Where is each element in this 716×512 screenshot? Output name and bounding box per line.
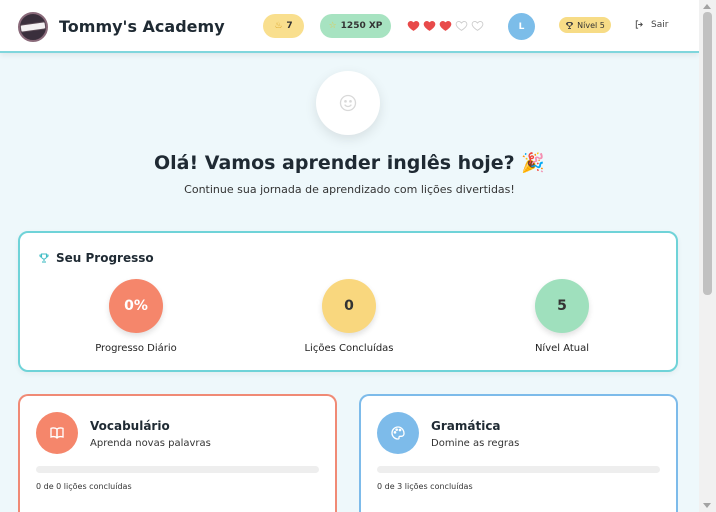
lesson-description: Aprenda novas palavras — [90, 438, 211, 449]
streak-count: 7 — [286, 21, 293, 31]
top-navbar: Tommy's Academy ♨ 7 ☆ 1250 XP L Nível 5 … — [0, 0, 699, 53]
welcome-subtitle: Continue sua jornada de aprendizado com … — [184, 183, 515, 196]
heart-filled-icon — [439, 21, 452, 31]
page-scrollbar[interactable] — [699, 0, 716, 512]
lesson-progress-text: 0 de 3 lições concluídas — [377, 482, 473, 491]
welcome-heading: Olá! Vamos aprender inglês hoje? 🎉 — [154, 152, 545, 174]
stat-lessons-completed: 0 Lições Concluídas — [279, 279, 419, 354]
stat-circle: 0 — [322, 279, 376, 333]
xp-badge: ☆ 1250 XP — [320, 14, 391, 38]
progress-title: Seu Progresso — [38, 251, 154, 265]
heart-empty-icon — [471, 21, 484, 31]
stat-circle: 5 — [535, 279, 589, 333]
trophy-icon — [39, 253, 49, 263]
lesson-progress-bar — [377, 466, 660, 473]
book-icon — [50, 427, 64, 439]
heart-empty-icon — [455, 21, 468, 31]
academy-logo[interactable] — [18, 12, 48, 42]
lesson-card-vocabulary[interactable]: Vocabulário Aprenda novas palavras 0 de … — [18, 394, 337, 512]
lesson-name: Vocabulário — [90, 419, 170, 433]
lesson-icon-badge — [377, 412, 419, 454]
trophy-icon — [566, 21, 574, 29]
heart-filled-icon — [423, 21, 436, 31]
lesson-icon-badge — [36, 412, 78, 454]
logout-icon — [635, 20, 643, 29]
progress-card: Seu Progresso 0% Progresso Diário 0 Liçõ… — [18, 231, 678, 372]
level-label: Nível 5 — [577, 20, 605, 30]
user-avatar[interactable]: L — [508, 13, 535, 40]
scroll-thumb[interactable] — [703, 12, 712, 295]
flame-icon: ♨ — [274, 21, 283, 31]
mascot-avatar — [316, 71, 380, 135]
level-badge: Nível 5 — [559, 17, 611, 33]
stat-current-level: 5 Nível Atual — [492, 279, 632, 354]
stat-label: Nível Atual — [534, 343, 590, 354]
scroll-up-arrow[interactable] — [703, 4, 711, 9]
brand-name[interactable]: Tommy's Academy — [59, 17, 225, 36]
lesson-progress-text: 0 de 0 lições concluídas — [36, 482, 132, 491]
star-icon: ☆ — [328, 21, 337, 31]
logout-label: Sair — [651, 19, 669, 30]
heart-filled-icon — [407, 21, 420, 31]
stat-label: Progresso Diário — [95, 343, 177, 354]
stat-daily-progress: 0% Progresso Diário — [66, 279, 206, 354]
streak-badge: ♨ 7 — [263, 14, 304, 38]
lives-hearts — [407, 19, 484, 32]
lesson-progress-bar — [36, 466, 319, 473]
smiley-icon — [339, 94, 357, 112]
lesson-name: Gramática — [431, 419, 501, 433]
palette-icon — [391, 426, 405, 440]
scroll-down-arrow[interactable] — [703, 503, 711, 508]
lesson-description: Domine as regras — [431, 438, 520, 449]
progress-title-text: Seu Progresso — [56, 251, 154, 265]
xp-count: 1250 XP — [340, 21, 383, 31]
stat-circle: 0% — [109, 279, 163, 333]
stat-label: Lições Concluídas — [304, 343, 394, 354]
lesson-card-grammar[interactable]: Gramática Domine as regras 0 de 3 lições… — [359, 394, 678, 512]
logout-button[interactable]: Sair — [634, 19, 668, 30]
